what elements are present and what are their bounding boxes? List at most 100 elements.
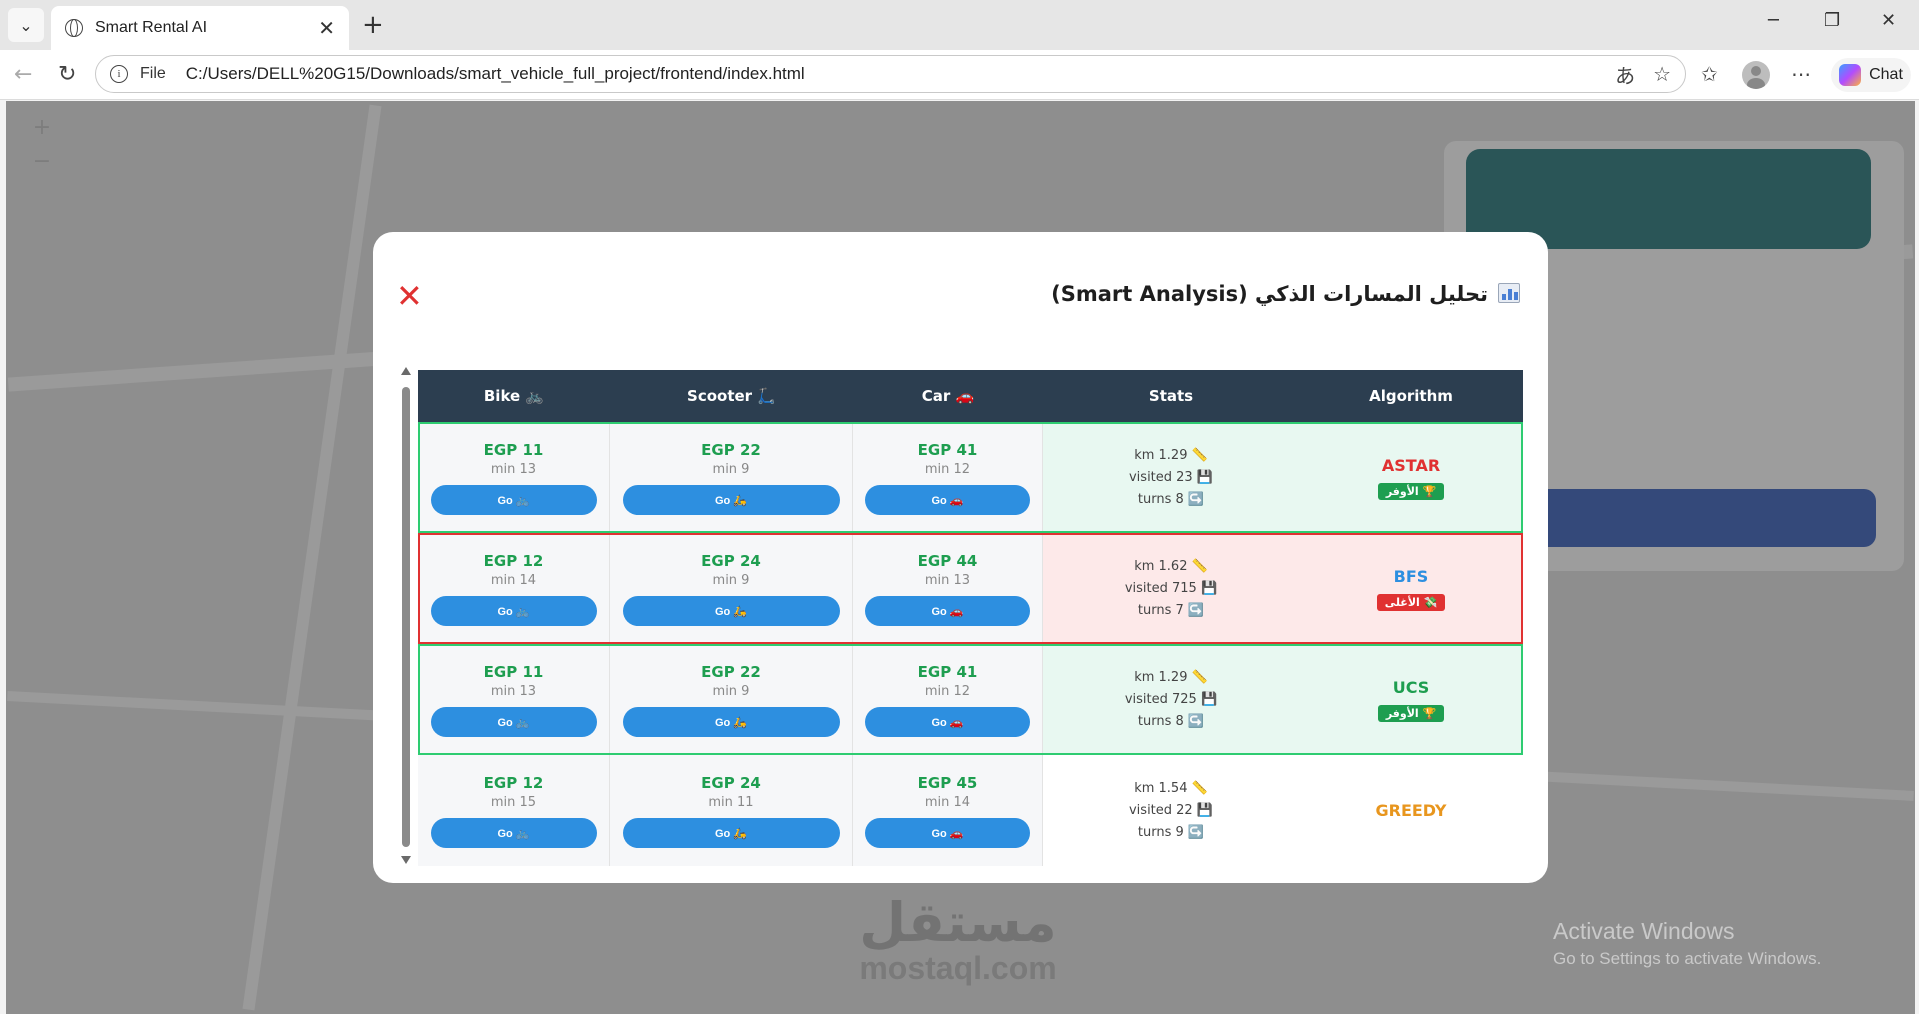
tab-title: Smart Rental AI [95, 19, 208, 36]
scroll-down-arrow[interactable] [401, 856, 411, 864]
globe-icon [65, 19, 83, 37]
car-price: EGP 41 [917, 663, 978, 681]
algorithm-cell: GREEDY [1299, 755, 1523, 866]
more-icon[interactable]: ⋯ [1791, 62, 1811, 86]
comparison-table: Bike 🚲 Scooter 🛴 Car 🚗 Stats Algorithm E… [418, 370, 1523, 883]
chat-label: Chat [1869, 66, 1903, 83]
minimize-button[interactable]: ─ [1768, 10, 1779, 31]
bike-cell: EGP 11 min 13 Go 🚲 [418, 422, 610, 533]
stat-visited: visited 725 💾 [1124, 691, 1218, 707]
modal-title-text: تحليل المسارات الذكي (Smart Analysis) [1051, 282, 1488, 306]
bike-price: EGP 12 [483, 774, 544, 792]
browser-tab-active[interactable]: Smart Rental AI ✕ [51, 6, 349, 50]
stats-cell: km 1.62 📏 visited 715 💾 turns 7 ↪️ [1043, 533, 1299, 644]
avatar[interactable] [1742, 61, 1770, 89]
bike-price: EGP 11 [483, 663, 544, 681]
algorithm-name: ASTAR [1381, 456, 1441, 475]
go-scooter-button[interactable]: Go 🛵 [622, 485, 840, 515]
stat-distance: km 1.29 📏 [1134, 447, 1208, 463]
reload-button[interactable]: ↻ [58, 62, 76, 88]
scooter-time: min 9 [712, 462, 750, 477]
browser-tab-bar: ⌄ Smart Rental AI ✕ + ─ ❐ ✕ [0, 0, 1919, 50]
modal-scrollbar[interactable] [401, 367, 411, 864]
header-bike: Bike 🚲 [483, 387, 545, 405]
favorites-icon[interactable]: ✩ [1701, 62, 1718, 86]
algorithm-cell: ASTAR 🏆 الأوفر [1299, 422, 1523, 533]
go-bike-button[interactable]: Go 🚲 [430, 596, 597, 626]
go-scooter-button[interactable]: Go 🛵 [622, 596, 840, 626]
go-bike-button[interactable]: Go 🚲 [430, 485, 597, 515]
table-row: EGP 12 min 15 Go 🚲 EGP 24 min 11 Go 🛵 EG… [418, 755, 1523, 866]
restore-button[interactable]: ❐ [1824, 10, 1840, 31]
scroll-thumb[interactable] [402, 387, 410, 847]
watermark-logo: مستقل [859, 891, 1057, 954]
bike-price: EGP 11 [483, 441, 544, 459]
go-scooter-button[interactable]: Go 🛵 [622, 818, 840, 848]
go-car-button[interactable]: Go 🚗 [865, 818, 1030, 848]
scroll-up-arrow[interactable] [401, 367, 411, 375]
algorithm-name: GREEDY [1375, 800, 1447, 820]
status-badge: 🏆 الأوفر [1377, 705, 1445, 722]
copilot-icon [1839, 64, 1862, 86]
algorithm-cell: UCS 🏆 الأوفر [1299, 644, 1523, 755]
header-scooter: Scooter 🛴 [687, 387, 776, 405]
go-bike-button[interactable]: Go 🚲 [430, 707, 597, 737]
scooter-time: min 9 [712, 684, 750, 699]
bike-time: min 14 [490, 573, 537, 588]
algorithm-name: UCS [1392, 678, 1430, 697]
go-car-button[interactable]: Go 🚗 [865, 485, 1030, 515]
address-bar[interactable]: i File C:/Users/DELL%20G15/Downloads/sma… [95, 55, 1686, 93]
bike-cell: EGP 11 min 13 Go 🚲 [418, 644, 610, 755]
star-icon[interactable]: ☆ [1653, 62, 1671, 86]
watermark-url: mostaql.com [859, 950, 1057, 986]
stats-cell: km 1.29 📏 visited 23 💾 turns 8 ↪️ [1043, 422, 1299, 533]
scooter-cell: EGP 22 min 9 Go 🛵 [610, 644, 853, 755]
car-time: min 12 [924, 462, 971, 477]
stat-turns: turns 8 ↪️ [1137, 491, 1205, 507]
activation-title: Activate Windows [1553, 918, 1735, 944]
stat-turns: turns 7 ↪️ [1137, 602, 1205, 618]
chart-icon [1498, 283, 1520, 303]
table-row: EGP 11 min 13 Go 🚲 EGP 22 min 9 Go 🛵 EGP… [418, 644, 1523, 755]
scooter-price: EGP 22 [701, 441, 761, 459]
chat-button[interactable]: Chat [1831, 58, 1911, 92]
stat-visited: visited 715 💾 [1124, 580, 1218, 596]
chevron-down-icon: ⌄ [19, 15, 33, 35]
map-road [242, 104, 382, 1011]
scooter-price: EGP 22 [701, 663, 761, 681]
stats-cell: km 1.29 📏 visited 725 💾 turns 8 ↪️ [1043, 644, 1299, 755]
header-car: Car 🚗 [921, 387, 975, 405]
go-car-button[interactable]: Go 🚗 [865, 596, 1030, 626]
algorithm-cell: BFS 💸 الأغلى [1299, 533, 1523, 644]
status-badge: 💸 الأغلى [1376, 594, 1446, 611]
address-url[interactable]: C:/Users/DELL%20G15/Downloads/smart_vehi… [186, 64, 1597, 84]
car-cell: EGP 44 min 13 Go 🚗 [853, 533, 1043, 644]
stat-turns: turns 9 ↪️ [1137, 824, 1205, 840]
watermark: مستقل mostaql.com [843, 891, 1073, 986]
map-zoom-controls[interactable]: + − [22, 111, 62, 181]
back-button[interactable]: ← [14, 62, 32, 88]
modal-close-button[interactable]: ✕ [396, 280, 423, 312]
analysis-modal: ✕ تحليل المسارات الذكي (Smart Analysis) … [373, 232, 1548, 883]
table-header: Bike 🚲 Scooter 🛴 Car 🚗 Stats Algorithm [418, 370, 1523, 422]
scooter-time: min 9 [712, 573, 750, 588]
modal-title: تحليل المسارات الذكي (Smart Analysis) [1051, 282, 1520, 306]
algorithm-name: BFS [1393, 567, 1429, 586]
car-cell: EGP 45 min 14 Go 🚗 [853, 755, 1043, 866]
scooter-price: EGP 24 [701, 552, 761, 570]
car-price: EGP 41 [917, 441, 978, 459]
car-cell: EGP 41 min 12 Go 🚗 [853, 422, 1043, 533]
info-icon[interactable]: i [110, 65, 128, 83]
go-car-button[interactable]: Go 🚗 [865, 707, 1030, 737]
tab-close-icon[interactable]: ✕ [318, 16, 335, 40]
scooter-cell: EGP 24 min 11 Go 🛵 [610, 755, 853, 866]
car-price: EGP 44 [917, 552, 978, 570]
bike-time: min 13 [490, 684, 537, 699]
go-bike-button[interactable]: Go 🚲 [430, 818, 597, 848]
go-scooter-button[interactable]: Go 🛵 [622, 707, 840, 737]
tab-actions-menu-button[interactable]: ⌄ [8, 8, 44, 42]
translate-icon[interactable]: あ [1615, 60, 1635, 89]
window-close-button[interactable]: ✕ [1881, 10, 1896, 31]
new-tab-button[interactable]: + [362, 10, 384, 40]
stat-distance: km 1.29 📏 [1134, 669, 1208, 685]
